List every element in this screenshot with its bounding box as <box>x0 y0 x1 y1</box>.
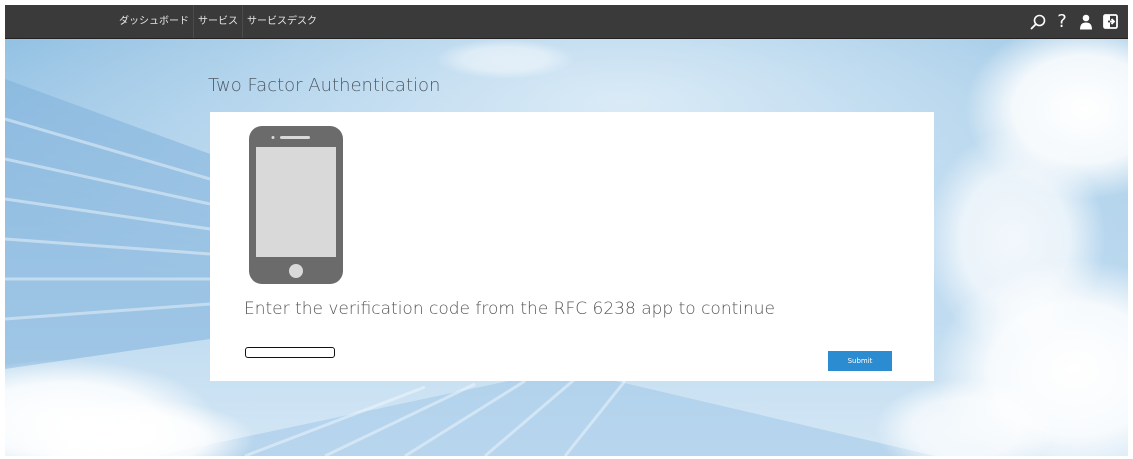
help-icon: ? <box>1057 10 1067 32</box>
search-button[interactable] <box>1026 5 1050 38</box>
help-button[interactable]: ? <box>1050 5 1074 38</box>
user-button[interactable] <box>1074 5 1098 38</box>
nav-item-dashboard[interactable]: ダッシュボード <box>115 5 193 38</box>
nav-item-services[interactable]: サービス <box>193 5 242 38</box>
main-nav: ダッシュボード サービス サービスデスク <box>115 5 321 38</box>
verification-code-input[interactable] <box>245 347 335 358</box>
nav-item-service-desk[interactable]: サービスデスク <box>242 5 321 38</box>
page-title: Two Factor Authentication <box>208 75 441 96</box>
header-tools: ? <box>1026 5 1122 38</box>
app-frame: ダッシュボード サービス サービスデスク ? Two Factor Authen… <box>5 5 1128 456</box>
submit-button[interactable]: Submit <box>828 351 892 371</box>
instruction-text: Enter the verification code from the RFC… <box>244 299 776 319</box>
user-icon <box>1080 14 1092 29</box>
search-icon <box>1030 14 1046 29</box>
auth-card: Enter the verification code from the RFC… <box>210 112 934 381</box>
top-nav-bar: ダッシュボード サービス サービスデスク ? <box>5 5 1128 39</box>
smartphone-icon <box>249 126 343 284</box>
logout-icon <box>1102 14 1118 29</box>
logout-button[interactable] <box>1098 5 1122 38</box>
